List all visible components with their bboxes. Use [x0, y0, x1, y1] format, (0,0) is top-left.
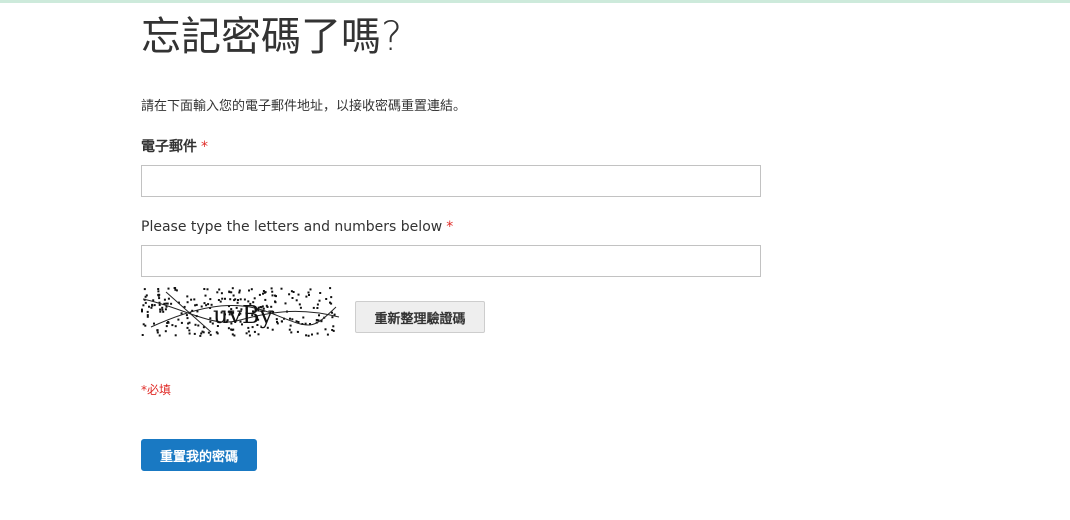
- reload-captcha-button[interactable]: 重新整理驗證碼: [355, 301, 485, 333]
- captcha-image-graphic: uvBy: [141, 287, 340, 337]
- top-accent-bar: [0, 0, 1070, 3]
- required-note: *必填: [141, 383, 172, 397]
- intro-text: 請在下面輸入您的電子郵件地址，以接收密碼重置連結。: [141, 99, 467, 114]
- captcha-image: uvBy: [141, 287, 341, 337]
- captcha-label-text: Please type the letters and numbers belo…: [141, 219, 443, 235]
- reset-password-button[interactable]: 重置我的密碼: [141, 439, 257, 471]
- captcha-label: Please type the letters and numbers belo…: [141, 217, 453, 237]
- captcha-input[interactable]: [141, 245, 761, 277]
- captcha-required-mark: *: [446, 219, 454, 235]
- email-label: 電子郵件 *: [141, 137, 208, 157]
- email-field[interactable]: [141, 165, 761, 197]
- email-required-mark: *: [201, 139, 208, 155]
- page-title: 忘記密碼了嗎?: [141, 14, 403, 60]
- captcha-text: uvBy: [213, 301, 274, 329]
- email-label-text: 電子郵件: [141, 139, 197, 155]
